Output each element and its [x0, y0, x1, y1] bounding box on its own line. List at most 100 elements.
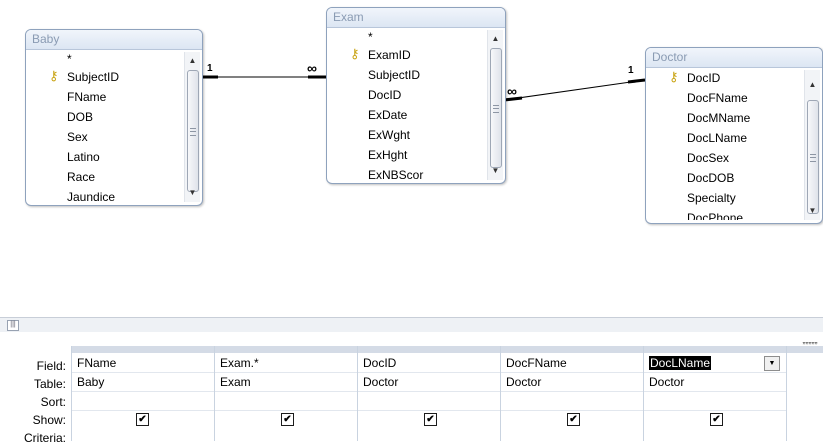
relationship-one-label: 1 — [207, 63, 213, 74]
sort-cell[interactable] — [358, 392, 500, 411]
field-label: DocSex — [687, 151, 730, 165]
scroll-down-icon[interactable]: ▼ — [805, 204, 820, 218]
field-cell[interactable]: Exam.* — [215, 354, 357, 373]
field-list: * ⚷ SubjectID FName DOB Sex Latino Race J… — [29, 52, 184, 202]
field-cell[interactable]: DocLName ▼ — [644, 354, 786, 373]
grid-column[interactable]: FName Baby ✔ — [71, 346, 214, 441]
show-cell[interactable]: ✔ — [501, 411, 643, 429]
row-label-show: Show: — [32, 413, 66, 427]
column-selector[interactable] — [787, 346, 823, 353]
vertical-scrollbar[interactable]: ▲ ▼ — [487, 30, 503, 180]
show-checkbox[interactable]: ✔ — [281, 413, 294, 426]
grid-column[interactable]: DocID Doctor ✔ — [357, 346, 500, 441]
sort-cell[interactable] — [501, 392, 643, 411]
field-item[interactable]: DocSex — [649, 148, 804, 168]
column-selector[interactable] — [644, 346, 786, 353]
field-label: ExHght — [368, 148, 408, 162]
field-cell[interactable]: DocID — [358, 354, 500, 373]
table-cell[interactable]: Doctor — [501, 373, 643, 392]
field-item[interactable]: DocLName — [649, 128, 804, 148]
pane-splitter[interactable]: ||| — [0, 317, 823, 333]
key-icon: ⚷ — [669, 69, 679, 84]
field-item[interactable]: * — [330, 30, 487, 45]
field-item[interactable]: Race — [29, 167, 184, 187]
split-handle-icon[interactable]: ||| — [7, 320, 19, 331]
field-item[interactable]: Sex — [29, 127, 184, 147]
show-cell[interactable]: ✔ — [358, 411, 500, 429]
table-box-doctor[interactable]: Doctor ⚷ DocID DocFName DocMName DocLName… — [645, 47, 823, 224]
scroll-up-icon[interactable]: ▲ — [805, 78, 820, 92]
vertical-scrollbar[interactable]: ▲ ▼ — [184, 52, 200, 202]
table-value: Doctor — [363, 375, 399, 389]
scroll-thumb[interactable] — [490, 48, 502, 168]
show-checkbox[interactable]: ✔ — [136, 413, 149, 426]
table-cell[interactable]: Doctor — [644, 373, 786, 392]
table-title[interactable]: Baby — [26, 30, 202, 50]
field-cell[interactable]: DocFName — [501, 354, 643, 373]
field-item[interactable]: ExNBScor — [330, 165, 487, 180]
table-cell[interactable]: Exam — [215, 373, 357, 392]
field-item[interactable]: Specialty — [649, 188, 804, 208]
field-item[interactable]: Jaundice — [29, 187, 184, 202]
sort-cell[interactable] — [644, 392, 786, 411]
sort-cell[interactable] — [215, 392, 357, 411]
row-label-criteria: Criteria: — [23, 431, 66, 445]
field-item[interactable]: Latino — [29, 147, 184, 167]
relationship-diagram-pane[interactable]: 1 ∞ ∞ 1 Baby * ⚷ SubjectID FName DOB Sex … — [0, 0, 823, 317]
field-item[interactable]: DOB — [29, 107, 184, 127]
field-item[interactable]: ExHght — [330, 145, 487, 165]
field-item[interactable]: DocMName — [649, 108, 804, 128]
field-item[interactable]: DocPhone — [649, 208, 804, 220]
table-box-exam[interactable]: Exam * ⚷ ExamID SubjectID DocID ExDate Ex… — [326, 7, 506, 184]
show-cell[interactable]: ✔ — [72, 411, 214, 429]
grid-top-bar: ,,,,,,,,,, — [0, 332, 823, 346]
field-label: ExDate — [368, 108, 408, 122]
table-title[interactable]: Exam — [327, 8, 505, 28]
grid-column[interactable]: DocFName Doctor ✔ — [500, 346, 643, 441]
table-cell[interactable]: Baby — [72, 373, 214, 392]
column-selector[interactable] — [72, 346, 214, 353]
sort-cell[interactable] — [72, 392, 214, 411]
show-cell[interactable]: ✔ — [644, 411, 786, 429]
table-title[interactable]: Doctor — [646, 48, 822, 68]
column-selector-icon[interactable]: ,,,,,,,,,, — [802, 335, 818, 345]
field-item[interactable]: ExDate — [330, 105, 487, 125]
show-cell[interactable]: ✔ — [215, 411, 357, 429]
field-item[interactable]: ⚷ SubjectID — [29, 67, 184, 87]
scroll-thumb[interactable] — [187, 70, 199, 192]
field-item[interactable]: DocFName — [649, 88, 804, 108]
field-value: Exam.* — [220, 356, 259, 370]
field-label: DocLName — [687, 131, 748, 145]
field-item[interactable]: DocDOB — [649, 168, 804, 188]
scroll-up-icon[interactable]: ▲ — [185, 54, 200, 68]
scroll-thumb[interactable] — [807, 100, 819, 214]
field-item[interactable]: ⚷ DocID — [649, 68, 804, 88]
scroll-down-icon[interactable]: ▼ — [185, 186, 200, 200]
table-cell[interactable]: Doctor — [358, 373, 500, 392]
scroll-up-icon[interactable]: ▲ — [488, 32, 503, 46]
column-selector[interactable] — [215, 346, 357, 353]
field-item[interactable]: ⚷ ExamID — [330, 45, 487, 65]
show-checkbox[interactable]: ✔ — [567, 413, 580, 426]
grid-column[interactable]: DocLName ▼ Doctor ✔ — [643, 346, 786, 441]
column-selector[interactable] — [501, 346, 643, 353]
dropdown-arrow-icon[interactable]: ▼ — [764, 356, 780, 371]
vertical-scrollbar[interactable]: ▲ ▼ — [804, 70, 820, 220]
field-value[interactable]: DocLName — [649, 356, 712, 370]
query-design-grid[interactable]: ,,,,,,,,,, Field: Table: Sort: Show: Cri… — [0, 332, 823, 445]
field-item[interactable]: DocID — [330, 85, 487, 105]
show-checkbox[interactable]: ✔ — [424, 413, 437, 426]
grid-column[interactable]: Exam.* Exam ✔ — [214, 346, 357, 441]
table-box-baby[interactable]: Baby * ⚷ SubjectID FName DOB Sex Latino R… — [25, 29, 203, 206]
field-item[interactable]: ExWght — [330, 125, 487, 145]
scroll-down-icon[interactable]: ▼ — [488, 164, 503, 178]
field-item[interactable]: * — [29, 52, 184, 67]
field-item[interactable]: SubjectID — [330, 65, 487, 85]
grid-column[interactable] — [786, 346, 823, 441]
field-label: * — [67, 52, 72, 66]
field-item[interactable]: FName — [29, 87, 184, 107]
field-label: DocID — [368, 88, 402, 102]
field-cell[interactable]: FName — [72, 354, 214, 373]
show-checkbox[interactable]: ✔ — [710, 413, 723, 426]
column-selector[interactable] — [358, 346, 500, 353]
